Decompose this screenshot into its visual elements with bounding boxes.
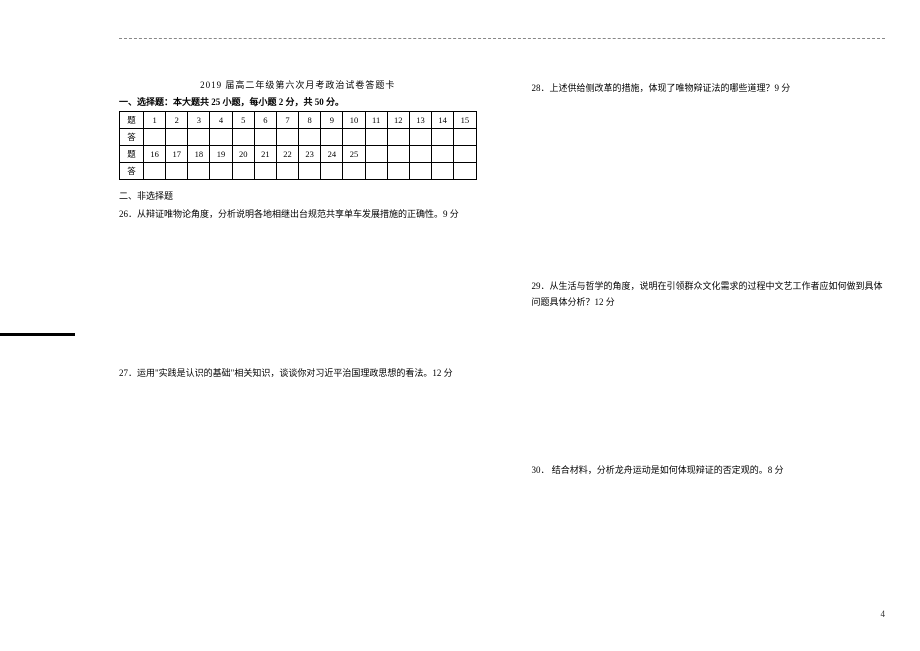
answer-cell[interactable] <box>276 129 298 146</box>
question-26: 26．从辩证唯物论角度，分析说明各地相继出台规范共享单车发展措施的正确性。9 分 <box>119 207 477 222</box>
cell: 24 <box>321 146 343 163</box>
top-dashed-rule <box>119 38 885 39</box>
answer-cell[interactable] <box>210 129 232 146</box>
answer-cell[interactable] <box>166 129 188 146</box>
cell: 10 <box>343 112 365 129</box>
cell: 12 <box>387 112 409 129</box>
cell <box>454 146 476 163</box>
left-column: 2019 届高二年级第六次月考政治试卷答题卡 一、选择题：本大题共 25 小题，… <box>119 78 477 618</box>
answer-cell[interactable] <box>432 129 454 146</box>
answer-cell[interactable] <box>188 129 210 146</box>
answer-cell[interactable] <box>409 129 431 146</box>
cell: 1 <box>144 112 166 129</box>
table-row-a2: 答 <box>120 163 477 180</box>
table-row-q1: 题 1 2 3 4 5 6 7 8 9 10 11 12 13 14 15 <box>120 112 477 129</box>
answer-space-26 <box>119 223 477 363</box>
answer-cell[interactable] <box>409 163 431 180</box>
answer-cell[interactable] <box>387 163 409 180</box>
answer-cell[interactable] <box>321 163 343 180</box>
exam-title: 2019 届高二年级第六次月考政治试卷答题卡 <box>119 78 477 91</box>
answer-cell[interactable] <box>144 163 166 180</box>
cell <box>365 146 387 163</box>
answer-cell[interactable] <box>432 163 454 180</box>
content-area: 2019 届高二年级第六次月考政治试卷答题卡 一、选择题：本大题共 25 小题，… <box>119 78 889 618</box>
cell: 21 <box>254 146 276 163</box>
cell: 19 <box>210 146 232 163</box>
cell: 17 <box>166 146 188 163</box>
row-label-a: 答 <box>120 129 144 146</box>
cell: 23 <box>299 146 321 163</box>
answer-cell[interactable] <box>454 163 476 180</box>
page-number: 4 <box>881 609 886 619</box>
row-label-a: 答 <box>120 163 144 180</box>
table-row-q2: 题 16 17 18 19 20 21 22 23 24 25 <box>120 146 477 163</box>
answer-cell[interactable] <box>232 163 254 180</box>
answer-cell[interactable] <box>299 129 321 146</box>
left-black-mark <box>0 333 75 336</box>
answer-cell[interactable] <box>454 129 476 146</box>
answer-cell[interactable] <box>365 163 387 180</box>
question-30: 30． 结合材料，分析龙舟运动是如何体现辩证的否定观的。8 分 <box>532 463 890 478</box>
cell: 16 <box>144 146 166 163</box>
cell <box>387 146 409 163</box>
cell: 18 <box>188 146 210 163</box>
cell <box>409 146 431 163</box>
cell: 7 <box>276 112 298 129</box>
cell: 8 <box>299 112 321 129</box>
answer-cell[interactable] <box>299 163 321 180</box>
answer-space-28 <box>532 96 890 276</box>
answer-cell[interactable] <box>365 129 387 146</box>
cell: 11 <box>365 112 387 129</box>
answer-table: 题 1 2 3 4 5 6 7 8 9 10 11 12 13 14 15 <box>119 111 477 180</box>
answer-cell[interactable] <box>254 129 276 146</box>
cell: 4 <box>210 112 232 129</box>
section-a-heading: 一、选择题：本大题共 25 小题，每小题 2 分，共 50 分。 <box>119 95 477 108</box>
cell: 3 <box>188 112 210 129</box>
answer-cell[interactable] <box>144 129 166 146</box>
cell: 9 <box>321 112 343 129</box>
cell: 22 <box>276 146 298 163</box>
cell: 25 <box>343 146 365 163</box>
answer-cell[interactable] <box>387 129 409 146</box>
cell: 15 <box>454 112 476 129</box>
row-label-q: 题 <box>120 146 144 163</box>
answer-cell[interactable] <box>166 163 188 180</box>
answer-cell[interactable] <box>343 163 365 180</box>
cell: 6 <box>254 112 276 129</box>
cell: 20 <box>232 146 254 163</box>
question-29: 29．从生活与哲学的角度，说明在引领群众文化需求的过程中文艺工作者应如何做到具体… <box>532 279 890 310</box>
answer-cell[interactable] <box>321 129 343 146</box>
answer-cell[interactable] <box>232 129 254 146</box>
cell: 2 <box>166 112 188 129</box>
row-label-q: 题 <box>120 112 144 129</box>
answer-space-29 <box>532 310 890 460</box>
question-27: 27．运用"实践是认识的基础"相关知识，谈谈你对习近平治国理政思想的看法。12 … <box>119 366 477 381</box>
cell: 5 <box>232 112 254 129</box>
cell <box>432 146 454 163</box>
answer-cell[interactable] <box>343 129 365 146</box>
question-28: 28．上述供给侧改革的措施，体现了唯物辩证法的哪些道理？9 分 <box>532 81 890 96</box>
answer-cell[interactable] <box>276 163 298 180</box>
answer-cell[interactable] <box>254 163 276 180</box>
table-row-a1: 答 <box>120 129 477 146</box>
cell: 13 <box>409 112 431 129</box>
right-column: 28．上述供给侧改革的措施，体现了唯物辩证法的哪些道理？9 分 29．从生活与哲… <box>532 78 890 618</box>
answer-cell[interactable] <box>188 163 210 180</box>
section-b-heading: 二、非选择题 <box>119 189 477 204</box>
answer-cell[interactable] <box>210 163 232 180</box>
cell: 14 <box>432 112 454 129</box>
